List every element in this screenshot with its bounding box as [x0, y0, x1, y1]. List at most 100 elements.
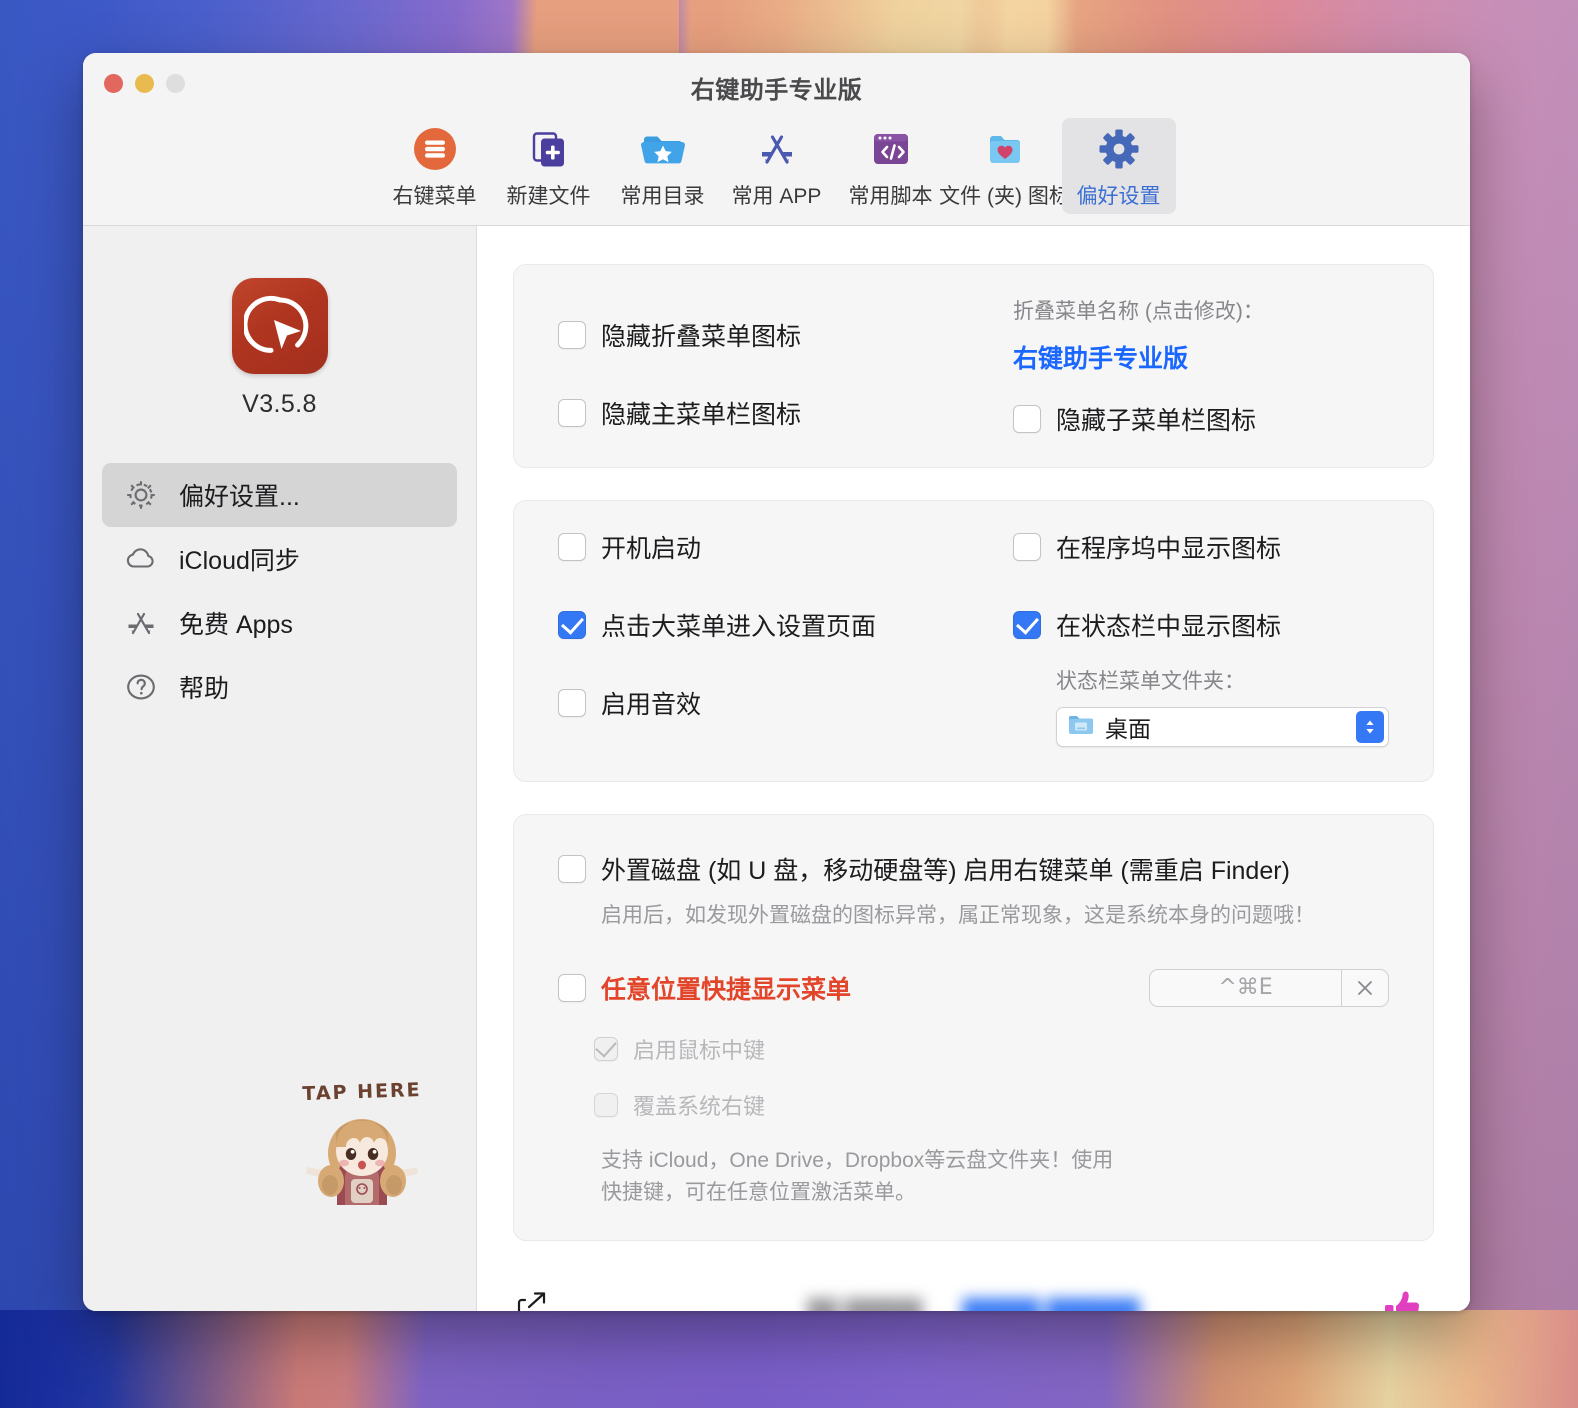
gear-icon — [1097, 124, 1141, 174]
share-export-icon[interactable] — [515, 1290, 549, 1311]
content-area: 隐藏折叠菜单图标 隐藏主菜单栏图标 折叠菜单名称 (点击修改)： 右键助手专业版 — [477, 226, 1470, 1311]
shortcut-recorder: ^⌘E — [1149, 968, 1389, 1007]
hamburger-menu-icon — [413, 124, 457, 174]
select-value: 桌面 — [1105, 716, 1151, 742]
question-circle-icon — [122, 670, 160, 704]
checkbox-box[interactable] — [558, 321, 586, 349]
tab-label: 常用目录 — [620, 185, 705, 208]
app-store-icon — [122, 606, 160, 640]
window-title: 右键助手专业版 — [690, 77, 863, 104]
checkbox-label: 隐藏折叠菜单图标 — [601, 323, 802, 351]
checkbox-box[interactable] — [1013, 533, 1041, 561]
app-window: 右键助手专业版 右键菜单 新建文件 常用目录 常用 APP 常用脚本 文件 (夹… — [83, 53, 1470, 1311]
external-disk-hint: 启用后，如发现外置磁盘的图标异常，属正常现象，这是系统本身的问题哦！ — [601, 904, 1315, 927]
checkbox-box[interactable] — [594, 1092, 618, 1117]
checkbox-override-system-right-click[interactable]: 覆盖系统右键 — [594, 1089, 1389, 1121]
folder-star-icon — [640, 124, 686, 174]
shortcut-input[interactable]: ^⌘E — [1149, 968, 1341, 1007]
close-icon[interactable] — [1341, 968, 1389, 1007]
tab-right-click-menu[interactable]: 右键菜单 — [378, 118, 492, 214]
checkbox-enable-middle-click[interactable]: 启用鼠标中键 — [594, 1033, 1389, 1065]
checkbox-label: 点击大菜单进入设置页面 — [601, 613, 877, 641]
folded-menu-name-caption: 折叠菜单名称 (点击修改)： — [1013, 300, 1264, 323]
tap-here-sticker[interactable]: TAP HERE — [279, 1079, 445, 1213]
redacted-grey-text: ██ █████ — [807, 1297, 923, 1311]
toolbar: 右键菜单 新建文件 常用目录 常用 APP 常用脚本 文件 (夹) 图标 偏好设… — [83, 114, 1470, 226]
checkbox-label: 任意位置快捷显示菜单 — [601, 975, 852, 1004]
checkbox-label: 隐藏子菜单栏图标 — [1056, 407, 1257, 435]
sidebar-item-label: 免费 Apps — [179, 611, 293, 639]
checkbox-box[interactable] — [558, 689, 586, 717]
tab-favorite-scripts[interactable]: 常用脚本 — [834, 118, 948, 214]
settings-panels: 隐藏折叠菜单图标 隐藏主菜单栏图标 折叠菜单名称 (点击修改)： 右键助手专业版 — [477, 226, 1470, 1273]
statusbar-folder-caption: 状态栏菜单文件夹： — [1056, 670, 1245, 693]
statusbar-folder-select[interactable]: 桌面 — [1056, 707, 1389, 747]
sidebar-item-label: iCloud同步 — [179, 547, 300, 575]
title-bar: 右键助手专业版 — [83, 53, 1470, 114]
folder-icon — [1068, 714, 1094, 741]
checkbox-click-big-menu-opens-settings[interactable]: 点击大菜单进入设置页面 — [558, 607, 1013, 643]
checkbox-label: 启用音效 — [601, 691, 702, 719]
checkbox-label: 外置磁盘 (如 U 盘，移动硬盘等) 启用右键菜单 (需重启 Finder) — [601, 857, 1290, 885]
checkbox-anywhere-shortcut[interactable]: 任意位置快捷显示菜单 — [558, 970, 1149, 1006]
cloud-hint-line-1: 支持 iCloud，One Drive，Dropbox等云盘文件夹！使用 — [601, 1148, 1114, 1172]
tab-new-file[interactable]: 新建文件 — [492, 118, 606, 214]
cursor-app-icon — [231, 278, 328, 374]
window-body: V3.5.8 偏好设置... iCloud同步 免费 Apps 帮助 TAP H… — [83, 226, 1470, 1311]
tab-favorite-apps[interactable]: 常用 APP — [720, 118, 834, 214]
checkbox-enable-sound[interactable]: 启用音效 — [558, 685, 1013, 721]
panel-general: 开机启动 点击大菜单进入设置页面 启用音效 在程序坞中显示图标 在状态栏中显示图… — [513, 500, 1434, 782]
checkbox-hide-main-menubar-icon[interactable]: 隐藏主菜单栏图标 — [558, 395, 1013, 431]
app-version-label: V3.5.8 — [242, 390, 317, 418]
checkbox-show-in-dock[interactable]: 在程序坞中显示图标 — [1013, 529, 1389, 565]
checkbox-label: 隐藏主菜单栏图标 — [601, 401, 802, 429]
checkbox-hide-folded-menu-icon[interactable]: 隐藏折叠菜单图标 — [558, 317, 1013, 353]
tab-label: 常用脚本 — [848, 185, 933, 208]
redacted-blue-link: █████ ██████ — [962, 1297, 1140, 1311]
sidebar-item-preferences[interactable]: 偏好设置... — [102, 463, 457, 527]
checkbox-box[interactable] — [558, 973, 586, 1002]
checkbox-label: 在程序坞中显示图标 — [1056, 535, 1282, 563]
code-window-icon — [868, 124, 914, 174]
tab-file-folder-icons[interactable]: 文件 (夹) 图标 — [939, 118, 1070, 214]
checkbox-box[interactable] — [558, 533, 586, 561]
footer-bar: ██ █████ █████ ██████ — [477, 1272, 1470, 1311]
checkbox-show-in-statusbar[interactable]: 在状态栏中显示图标 — [1013, 607, 1389, 643]
tab-label: 常用 APP — [731, 185, 822, 208]
sidebar-item-help[interactable]: 帮助 — [102, 655, 457, 719]
tab-label: 偏好设置 — [1076, 185, 1161, 208]
tab-label: 文件 (夹) 图标 — [939, 185, 1070, 208]
checkbox-label: 开机启动 — [601, 535, 702, 563]
chevron-updown-icon[interactable] — [1356, 711, 1384, 743]
sidebar-item-label: 帮助 — [179, 675, 230, 703]
checkbox-hide-sub-menubar-icon[interactable]: 隐藏子菜单栏图标 — [1013, 401, 1389, 437]
folded-menu-name-value[interactable]: 右键助手专业版 — [1013, 339, 1389, 375]
checkbox-box[interactable] — [1013, 611, 1041, 639]
redacted-footer-text: ██ █████ █████ ██████ — [477, 1273, 1470, 1311]
checkbox-box[interactable] — [594, 1036, 618, 1061]
gear-icon — [122, 478, 160, 512]
checkbox-launch-at-login[interactable]: 开机启动 — [558, 529, 1013, 565]
app-store-icon — [754, 124, 800, 174]
checkbox-box[interactable] — [558, 399, 586, 427]
sidebar: V3.5.8 偏好设置... iCloud同步 免费 Apps 帮助 TAP H… — [83, 226, 477, 1311]
checkbox-label: 在状态栏中显示图标 — [1056, 613, 1282, 641]
checkbox-box[interactable] — [1013, 405, 1041, 433]
checkbox-box[interactable] — [558, 611, 586, 639]
sidebar-nav: 偏好设置... iCloud同步 免费 Apps 帮助 — [83, 463, 476, 719]
sidebar-item-free-apps[interactable]: 免费 Apps — [102, 591, 457, 655]
sidebar-item-label: 偏好设置... — [179, 483, 300, 511]
app-icon-container — [83, 226, 476, 374]
tab-label: 右键菜单 — [392, 185, 477, 208]
checkbox-external-disk[interactable]: 外置磁盘 (如 U 盘，移动硬盘等) 启用右键菜单 (需重启 Finder) — [558, 851, 1389, 887]
panel-menu-icons: 隐藏折叠菜单图标 隐藏主菜单栏图标 折叠菜单名称 (点击修改)： 右键助手专业版 — [513, 264, 1434, 468]
tab-favorite-folders[interactable]: 常用目录 — [606, 118, 720, 214]
checkbox-label: 启用鼠标中键 — [633, 1037, 766, 1063]
tab-preferences[interactable]: 偏好设置 — [1061, 118, 1176, 214]
cloud-icon — [122, 542, 160, 576]
thumbs-up-icon[interactable] — [1380, 1286, 1424, 1311]
cloud-hint-line-2: 快捷键，可在任意位置激活菜单。 — [601, 1181, 916, 1205]
folder-heart-icon — [982, 124, 1028, 174]
sidebar-item-icloud-sync[interactable]: iCloud同步 — [102, 527, 457, 591]
checkbox-box[interactable] — [558, 855, 586, 883]
